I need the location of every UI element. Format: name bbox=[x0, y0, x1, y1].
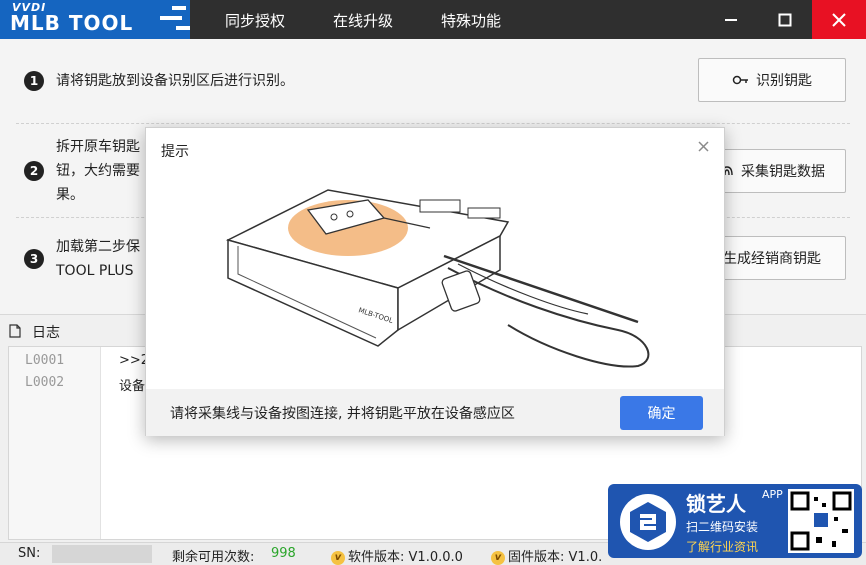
maximize-icon bbox=[778, 13, 792, 26]
collect-key-data-label: 采集钥匙数据 bbox=[741, 164, 825, 180]
dialog-footer: 请将采集线与设备按图连接, 并将钥匙平放在设备感应区 确定 bbox=[146, 389, 724, 436]
software-version: v 软件版本: V1.0.0.0 bbox=[331, 546, 463, 565]
brand-name: MLB TOOL bbox=[10, 11, 134, 35]
ad-line-1: 扫二维码安装 bbox=[686, 520, 759, 534]
step-2-text: 拆开原车钥匙 钮，大约需要 果。 bbox=[56, 135, 140, 207]
logo-stripe bbox=[160, 16, 182, 20]
software-version-label: 软件版本: bbox=[348, 550, 405, 565]
version-icon: v bbox=[491, 551, 505, 565]
remaining-count: 998 bbox=[271, 546, 296, 561]
firmware-version-value: V1.0. bbox=[568, 550, 603, 565]
logo-stripe bbox=[176, 26, 190, 30]
menu-sync-auth[interactable]: 同步授权 bbox=[225, 10, 285, 31]
firmware-version-label: 固件版本: bbox=[508, 550, 565, 565]
dialog-message: 请将采集线与设备按图连接, 并将钥匙平放在设备感应区 bbox=[170, 406, 515, 422]
app-watermark: 锁艺人 APP 扫二维码安装 了解行业资讯 bbox=[608, 484, 862, 558]
software-version-value: V1.0.0.0 bbox=[408, 550, 463, 565]
maximize-button[interactable] bbox=[758, 0, 812, 39]
close-icon bbox=[832, 12, 846, 27]
qr-code-icon bbox=[788, 489, 854, 553]
identify-key-label: 识别钥匙 bbox=[756, 73, 812, 89]
minimize-button[interactable] bbox=[704, 0, 758, 39]
menu-online-upgrade[interactable]: 在线升级 bbox=[333, 10, 393, 31]
ad-app-tag: APP bbox=[762, 488, 783, 501]
close-button[interactable] bbox=[812, 0, 866, 39]
step-number-3: 3 bbox=[24, 249, 44, 269]
identify-key-button[interactable]: 识别钥匙 bbox=[698, 58, 846, 102]
step-3-text: 加载第二步保 TOOL PLUS bbox=[56, 235, 140, 283]
step-2-line: 拆开原车钥匙 bbox=[56, 139, 140, 155]
step-3-line: TOOL PLUS bbox=[56, 263, 134, 279]
sn-redacted bbox=[52, 545, 152, 563]
remaining-label: 剩余可用次数: bbox=[172, 550, 255, 565]
step-2-line: 钮，大约需要 bbox=[56, 163, 140, 179]
device-connection-illustration: MLB-TOOL bbox=[225, 189, 650, 368]
line-number: L0002 bbox=[25, 375, 65, 390]
log-line: 设备 bbox=[119, 379, 146, 394]
app-logo: VVDI MLB TOOL bbox=[0, 0, 190, 39]
sn-label: SN: bbox=[18, 546, 41, 561]
step-1-line: 请将钥匙放到设备识别区后进行识别。 bbox=[56, 73, 294, 89]
document-icon bbox=[9, 324, 21, 338]
logo-stripe bbox=[172, 6, 186, 10]
ad-line-2: 了解行业资讯 bbox=[686, 540, 759, 554]
menu-special-functions[interactable]: 特殊功能 bbox=[441, 10, 501, 31]
close-icon bbox=[698, 141, 709, 152]
hint-dialog: 提示 MLB-TOOL 请将采集线与设备按图连接, 并将钥匙平放在设备感应区 确… bbox=[145, 127, 725, 436]
ad-brand: 锁艺人 bbox=[686, 492, 746, 516]
key-identify-icon bbox=[732, 75, 748, 85]
dialog-title: 提示 bbox=[161, 144, 189, 160]
step-number-2: 2 bbox=[24, 161, 44, 181]
brand-logo-icon bbox=[620, 494, 676, 550]
title-bar: VVDI MLB TOOL 同步授权 在线升级 特殊功能 bbox=[0, 0, 866, 39]
log-title: 日志 bbox=[32, 325, 60, 341]
step-1-text: 请将钥匙放到设备识别区后进行识别。 bbox=[56, 69, 294, 93]
ok-button[interactable]: 确定 bbox=[620, 396, 703, 430]
step-3-line: 加载第二步保 bbox=[56, 239, 140, 255]
firmware-version: v 固件版本: V1.0. bbox=[491, 546, 602, 565]
dialog-close-button[interactable] bbox=[698, 140, 709, 156]
line-number: L0001 bbox=[25, 353, 65, 368]
generate-dealer-key-label: 生成经销商钥匙 bbox=[723, 251, 821, 267]
divider bbox=[16, 123, 850, 124]
step-number-1: 1 bbox=[24, 71, 44, 91]
step-2-line: 果。 bbox=[56, 187, 84, 203]
minimize-icon bbox=[725, 18, 737, 21]
version-icon: v bbox=[331, 551, 345, 565]
